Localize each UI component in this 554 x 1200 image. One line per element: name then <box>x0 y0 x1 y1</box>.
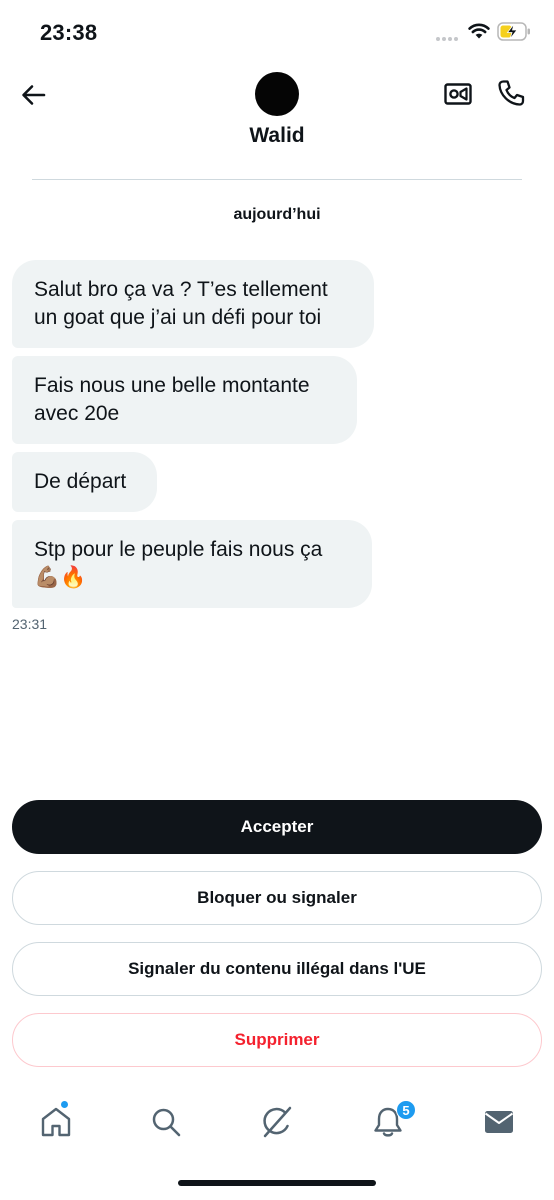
header-divider <box>32 179 522 180</box>
phone-icon[interactable] <box>496 78 526 108</box>
status-time: 23:38 <box>40 20 98 45</box>
message-timestamp: 23:31 <box>12 616 48 632</box>
contact-name[interactable]: Walid <box>0 124 554 148</box>
grok-icon[interactable] <box>259 1104 295 1140</box>
delete-button[interactable]: Supprimer <box>12 1013 542 1067</box>
date-label: aujourd’hui <box>233 206 321 223</box>
message-text: Fais nous une belle montante avec 20e <box>34 374 310 425</box>
report-illegal-content-button[interactable]: Signaler du contenu illégal dans l'UE <box>12 942 542 996</box>
message-text: Stp pour le peuple fais nous ça 💪🏽🔥 <box>34 538 323 589</box>
message-bubble[interactable]: Stp pour le peuple fais nous ça 💪🏽🔥 <box>12 520 372 608</box>
wifi-icon <box>468 23 490 39</box>
home-unread-dot <box>60 1100 69 1109</box>
bottom-nav <box>0 1090 554 1154</box>
video-camera-icon[interactable] <box>443 80 473 108</box>
battery-charging-icon <box>497 22 530 41</box>
home-indicator[interactable] <box>178 1180 376 1186</box>
message-bubble[interactable]: De départ <box>12 452 157 512</box>
status-bar: 23:38 <box>0 0 554 66</box>
accept-button[interactable]: Accepter <box>12 800 542 854</box>
back-arrow-icon[interactable] <box>18 80 48 110</box>
search-icon[interactable] <box>148 1104 184 1140</box>
message-bubble[interactable]: Salut bro ça va ? T’es tellement un goat… <box>12 260 374 348</box>
message-text: Salut bro ça va ? T’es tellement un goat… <box>34 278 328 329</box>
messages-icon[interactable] <box>481 1104 517 1140</box>
message-text: De départ <box>34 470 127 493</box>
block-or-report-button[interactable]: Bloquer ou signaler <box>12 871 542 925</box>
signal-dots-icon <box>436 37 458 41</box>
avatar[interactable] <box>255 72 299 116</box>
message-bubble[interactable]: Fais nous une belle montante avec 20e <box>12 356 357 444</box>
home-icon[interactable] <box>38 1104 74 1140</box>
notification-badge: 5 <box>396 1100 416 1120</box>
